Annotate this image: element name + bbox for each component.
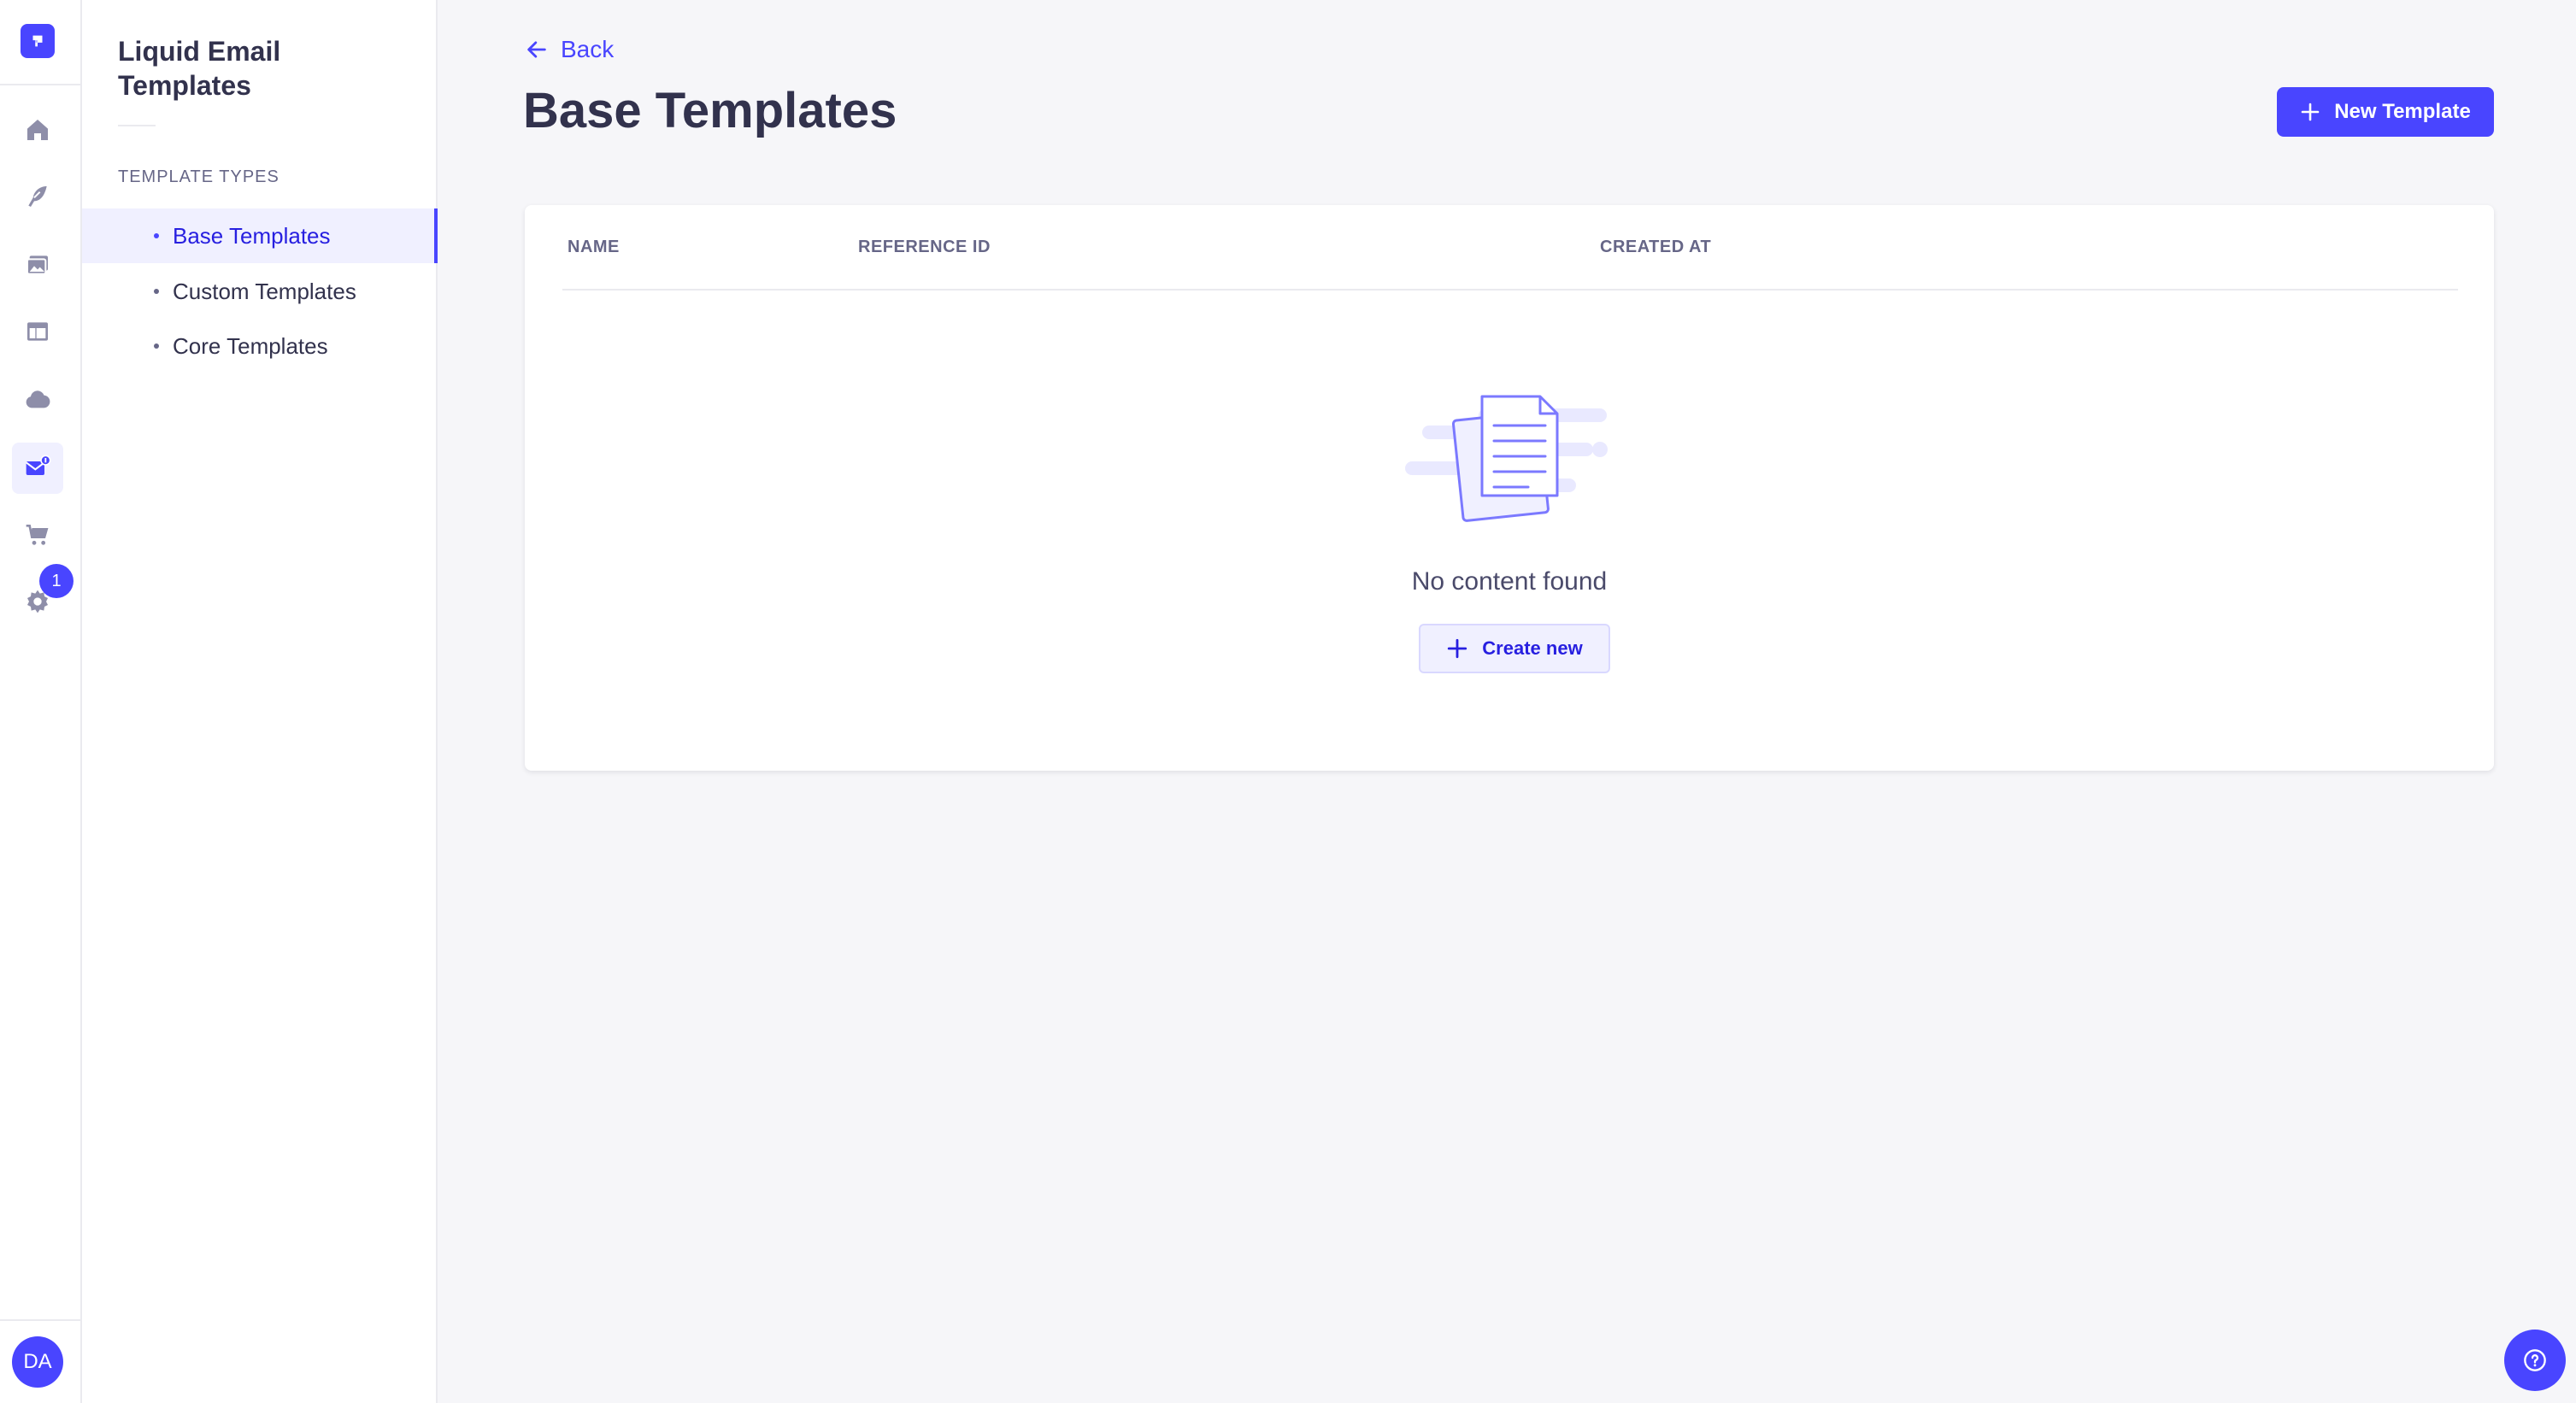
- subnav-item-base-templates[interactable]: Base Templates: [82, 208, 438, 263]
- rail-bottom-divider: [0, 1319, 80, 1321]
- create-new-button[interactable]: Create new: [1419, 624, 1610, 673]
- column-header-reference-id[interactable]: REFERENCE ID: [858, 238, 991, 257]
- settings-notification-badge: 1: [39, 564, 74, 598]
- column-header-name[interactable]: NAME: [568, 238, 620, 257]
- bullet-icon: [154, 233, 159, 238]
- home-icon[interactable]: [12, 104, 63, 156]
- arrow-left-icon: [527, 41, 546, 58]
- plus-icon: [2301, 103, 2320, 121]
- help-button[interactable]: [2504, 1330, 2566, 1391]
- rail-divider: [0, 84, 80, 85]
- main-nav-rail: 1 DA: [0, 0, 82, 1403]
- user-avatar[interactable]: DA: [12, 1336, 63, 1388]
- column-header-created-at[interactable]: CREATED AT: [1600, 238, 1711, 257]
- subnav-item-label: Custom Templates: [173, 278, 356, 304]
- subnav-section-label: TEMPLATE TYPES: [118, 167, 279, 186]
- new-template-button[interactable]: New Template: [2277, 87, 2494, 137]
- subnav-divider: [118, 125, 156, 126]
- cart-icon[interactable]: [12, 509, 63, 561]
- email-templates-icon[interactable]: [12, 443, 63, 494]
- back-link[interactable]: Back: [525, 36, 614, 63]
- subnav-item-label: Core Templates: [173, 332, 328, 359]
- plus-icon: [1448, 638, 1467, 659]
- content-manager-icon[interactable]: [12, 171, 63, 222]
- subnav-title: Liquid Email Templates: [118, 36, 281, 101]
- new-template-label: New Template: [2334, 100, 2471, 123]
- templates-table: NAME REFERENCE ID CREATED AT No content …: [525, 205, 2494, 771]
- create-new-label: Create new: [1482, 637, 1583, 659]
- sub-navigation: Liquid Email Templates TEMPLATE TYPES Ba…: [82, 0, 438, 1403]
- empty-state-message: No content found: [1411, 567, 1608, 596]
- page-title: Base Templates: [523, 83, 897, 138]
- logo-icon[interactable]: [21, 24, 55, 58]
- empty-documents-icon: [1405, 395, 1608, 522]
- subnav-item-custom-templates[interactable]: Custom Templates: [82, 264, 438, 319]
- media-library-icon[interactable]: [12, 239, 63, 291]
- layout-icon[interactable]: [12, 306, 63, 357]
- question-icon: [2524, 1349, 2546, 1371]
- bullet-icon: [154, 289, 159, 294]
- cloud-icon[interactable]: [12, 374, 63, 426]
- back-label: Back: [561, 36, 615, 62]
- subnav-item-label: Base Templates: [173, 222, 331, 249]
- table-header-divider: [562, 289, 2458, 291]
- bullet-icon: [154, 343, 159, 349]
- subnav-item-core-templates[interactable]: Core Templates: [82, 319, 438, 373]
